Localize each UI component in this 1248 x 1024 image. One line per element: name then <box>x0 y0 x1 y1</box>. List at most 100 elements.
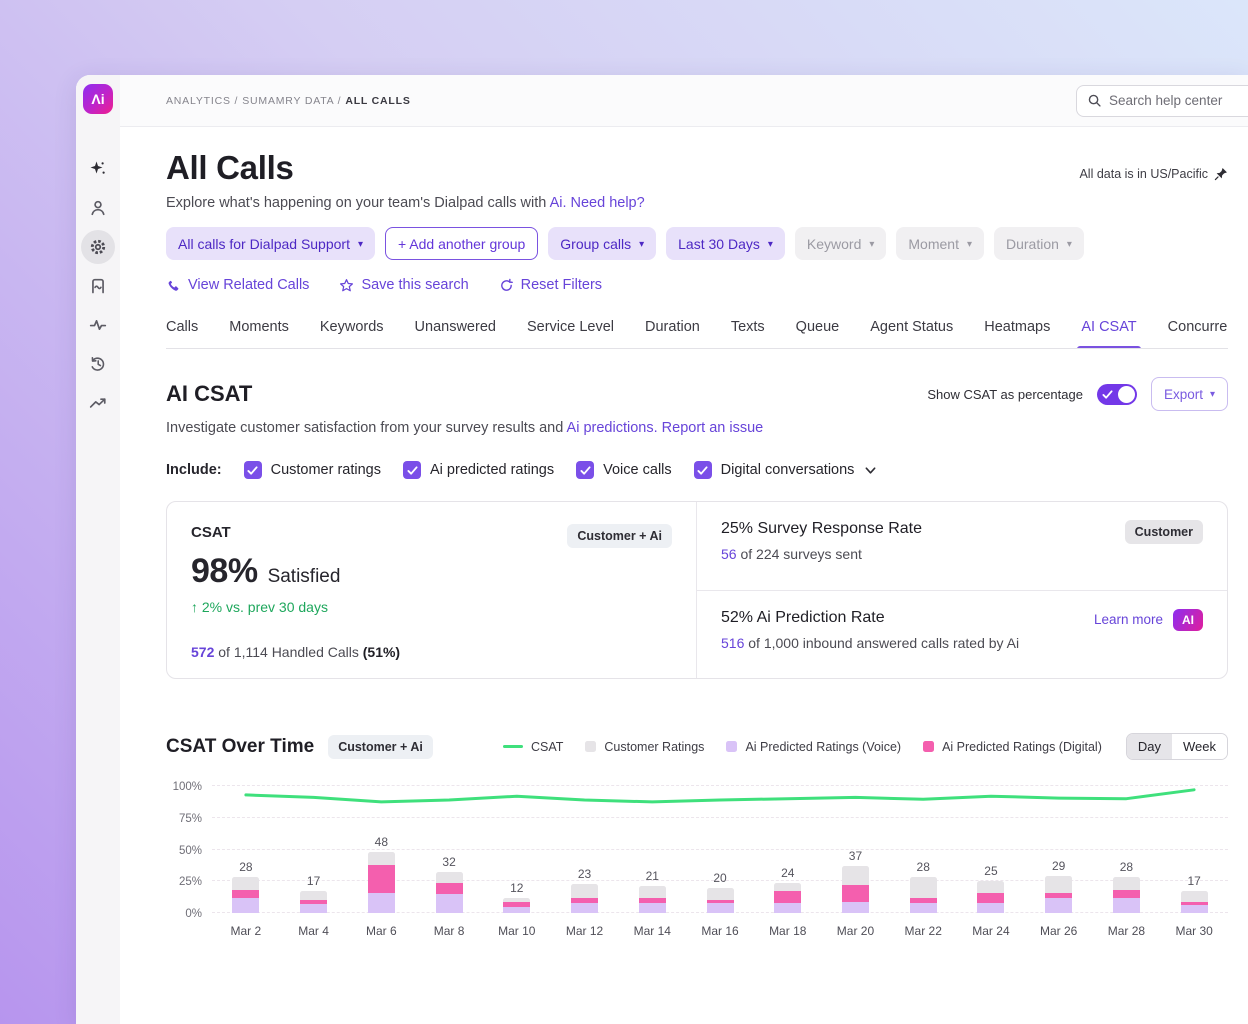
bar-segment[interactable] <box>1181 891 1208 901</box>
bar-segment[interactable] <box>436 894 463 913</box>
bar-group[interactable]: 29 <box>1025 786 1093 913</box>
bar-segment[interactable] <box>910 877 937 897</box>
bar-group[interactable]: 32 <box>415 786 483 913</box>
bar-segment[interactable] <box>368 852 395 865</box>
week-button[interactable]: Week <box>1172 734 1227 759</box>
bar-group[interactable]: 28 <box>889 786 957 913</box>
bar-segment[interactable] <box>774 883 801 892</box>
tab-heatmaps[interactable]: Heatmaps <box>984 319 1050 348</box>
bar-segment[interactable] <box>368 893 395 913</box>
report-issue-link[interactable]: Report an issue <box>662 420 764 436</box>
tab-concurrent[interactable]: Concurrent <box>1168 319 1228 348</box>
date-range-chip[interactable]: Last 30 Days▾ <box>666 227 785 260</box>
bar-group[interactable]: 12 <box>483 786 551 913</box>
bar-group[interactable]: 37 <box>822 786 890 913</box>
bar-segment[interactable] <box>707 903 734 913</box>
need-help-link[interactable]: Ai. Need help? <box>550 195 645 211</box>
history-icon[interactable] <box>81 347 115 381</box>
tab-calls[interactable]: Calls <box>166 319 198 348</box>
bar-segment[interactable] <box>842 866 869 885</box>
bar-group[interactable]: 20 <box>686 786 754 913</box>
bar-group[interactable]: 25 <box>957 786 1025 913</box>
tab-ai-csat[interactable]: AI CSAT <box>1081 319 1136 348</box>
help-search[interactable] <box>1076 85 1248 117</box>
bar-segment[interactable] <box>1181 905 1208 913</box>
bar-group[interactable]: 28 <box>1093 786 1161 913</box>
rated-calls-link[interactable]: 516 <box>721 635 744 651</box>
reset-filters-link[interactable]: Reset Filters <box>499 277 602 293</box>
gear-icon[interactable] <box>81 230 115 264</box>
group-filter-chip[interactable]: All calls for Dialpad Support▾ <box>166 227 375 260</box>
tab-keywords[interactable]: Keywords <box>320 319 384 348</box>
save-search-link[interactable]: Save this search <box>339 277 468 293</box>
moment-chip[interactable]: Moment▾ <box>896 227 984 260</box>
view-related-calls-link[interactable]: View Related Calls <box>166 277 309 293</box>
bar-segment[interactable] <box>1113 898 1140 913</box>
bar-segment[interactable] <box>639 886 666 897</box>
chevron-down-icon[interactable] <box>864 464 877 477</box>
checkbox-ai-predicted-ratings[interactable]: Ai predicted ratings <box>403 461 554 479</box>
ai-badge[interactable]: AI <box>1173 609 1203 631</box>
bar-segment[interactable] <box>707 888 734 901</box>
bar-segment[interactable] <box>977 903 1004 913</box>
checkbox-digital-conversations[interactable]: Digital conversations <box>694 461 855 479</box>
breadcrumb-summary-data[interactable]: SUMAMRY DATA / <box>242 95 341 107</box>
bar-segment[interactable] <box>300 891 327 900</box>
bar-segment[interactable] <box>232 877 259 890</box>
group-calls-chip[interactable]: Group calls▾ <box>548 227 656 260</box>
bar-segment[interactable] <box>571 903 598 913</box>
bar-segment[interactable] <box>503 907 530 913</box>
learn-more-link[interactable]: Learn more <box>1094 612 1163 627</box>
tab-duration[interactable]: Duration <box>645 319 700 348</box>
bar-segment[interactable] <box>436 872 463 882</box>
bar-segment[interactable] <box>977 881 1004 892</box>
bar-group[interactable]: 48 <box>347 786 415 913</box>
handled-calls-link[interactable]: 572 <box>191 644 214 660</box>
tab-unanswered[interactable]: Unanswered <box>415 319 496 348</box>
bar-segment[interactable] <box>1113 890 1140 898</box>
bar-group[interactable]: 24 <box>754 786 822 913</box>
tab-queue[interactable]: Queue <box>796 319 840 348</box>
checkbox-voice-calls[interactable]: Voice calls <box>576 461 672 479</box>
bar-segment[interactable] <box>300 904 327 913</box>
bar-group[interactable]: 17 <box>280 786 348 913</box>
bar-segment[interactable] <box>1045 898 1072 913</box>
saved-search-icon[interactable] <box>81 269 115 303</box>
bar-segment[interactable] <box>977 893 1004 903</box>
bar-segment[interactable] <box>232 890 259 898</box>
bar-segment[interactable] <box>774 891 801 902</box>
duration-chip[interactable]: Duration▾ <box>994 227 1084 260</box>
pin-icon[interactable] <box>1214 167 1228 181</box>
tab-service-level[interactable]: Service Level <box>527 319 614 348</box>
bar-segment[interactable] <box>368 865 395 893</box>
bar-group[interactable]: 28 <box>212 786 280 913</box>
tab-agent-status[interactable]: Agent Status <box>870 319 953 348</box>
day-button[interactable]: Day <box>1127 734 1172 759</box>
bar-segment[interactable] <box>774 903 801 913</box>
bar-group[interactable]: 21 <box>618 786 686 913</box>
csat-percentage-toggle[interactable] <box>1097 384 1137 405</box>
bar-group[interactable]: 17 <box>1160 786 1228 913</box>
person-icon[interactable] <box>81 191 115 225</box>
bar-segment[interactable] <box>571 884 598 898</box>
ai-predictions-link[interactable]: Ai predictions. <box>567 420 658 436</box>
bar-segment[interactable] <box>842 885 869 902</box>
export-button[interactable]: Export▾ <box>1151 377 1228 411</box>
checkbox-customer-ratings[interactable]: Customer ratings <box>244 461 381 479</box>
bar-segment[interactable] <box>910 903 937 913</box>
breadcrumb-analytics[interactable]: ANALYTICS / <box>166 95 238 107</box>
keyword-chip[interactable]: Keyword▾ <box>795 227 887 260</box>
tab-moments[interactable]: Moments <box>229 319 289 348</box>
bar-segment[interactable] <box>232 898 259 913</box>
bar-segment[interactable] <box>639 903 666 913</box>
sparkle-icon[interactable] <box>81 152 115 186</box>
bar-segment[interactable] <box>1045 876 1072 893</box>
surveys-link[interactable]: 56 <box>721 546 737 562</box>
trending-up-icon[interactable] <box>81 386 115 420</box>
search-input[interactable] <box>1109 93 1239 108</box>
bar-segment[interactable] <box>436 883 463 894</box>
bar-segment[interactable] <box>842 902 869 913</box>
bar-segment[interactable] <box>1113 877 1140 890</box>
tab-texts[interactable]: Texts <box>731 319 765 348</box>
dialpad-ai-logo[interactable]: Λi <box>83 84 113 114</box>
